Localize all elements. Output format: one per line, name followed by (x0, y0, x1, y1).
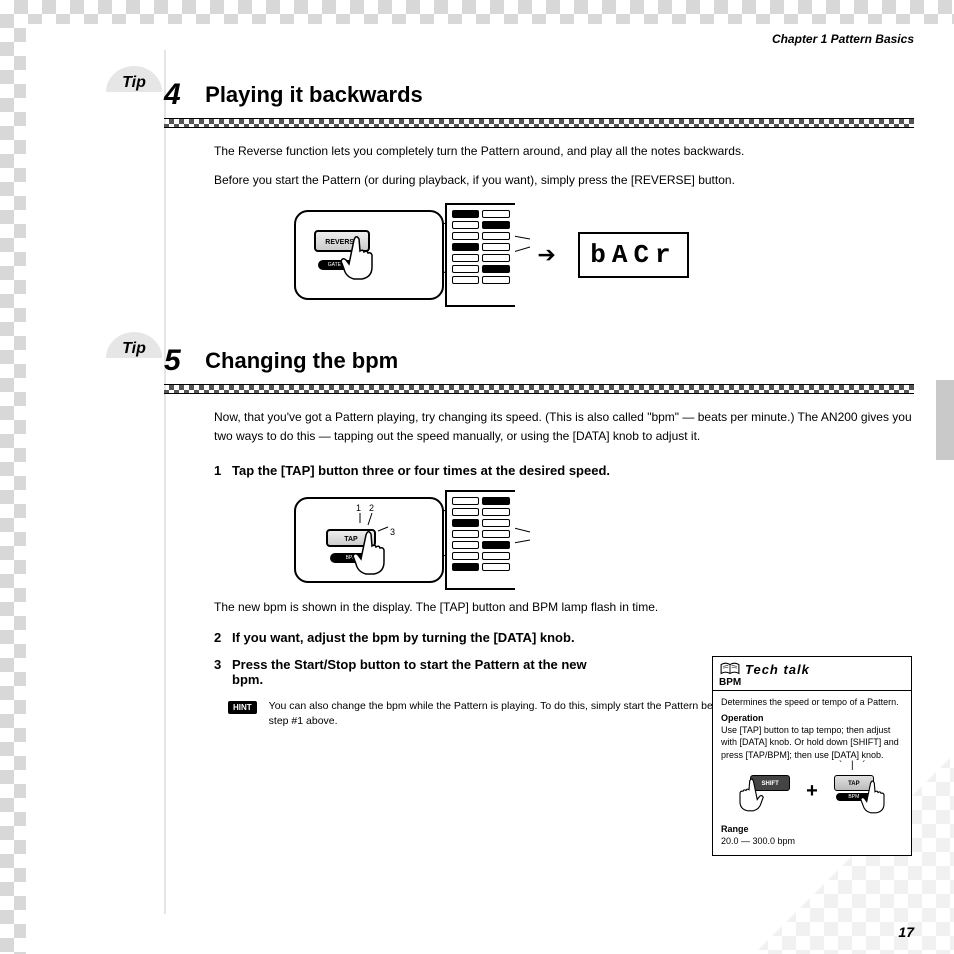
tip4-para1: The Reverse function lets you completely… (214, 142, 914, 161)
step-text: If you want, adjust the bpm by turning t… (232, 630, 575, 645)
tap-2: 2 (369, 503, 374, 513)
tip5-figure: 1 2 3 TAP BPM (294, 490, 914, 590)
page-number: 17 (898, 924, 914, 940)
hint-badge: HINT (228, 701, 257, 714)
hand-press-icon (734, 777, 764, 813)
tip-4-section: Tip 4 Playing it backwards The Reverse f… (164, 78, 914, 307)
tip5-intro: Now, that you've got a Pattern playing, … (214, 408, 914, 445)
tech-talk-figure: SHIFT + ` | ´ TAP BPM (721, 769, 903, 815)
operation-text: Use [TAP] button to tap tempo; then adju… (721, 724, 903, 760)
tip-rule (164, 384, 914, 394)
hand-press-icon (860, 779, 890, 815)
tip4-para2: Before you start the Pattern (or during … (214, 171, 914, 190)
step-text: Tap the [TAP] button three or four times… (232, 463, 610, 478)
arrow-right-icon: ➔ (537, 242, 555, 268)
page-deco-checker-top (0, 0, 954, 24)
tap-count-labels: 1 2 (356, 503, 374, 513)
device-panel-icon (445, 203, 515, 307)
operation-label: Operation (721, 712, 903, 724)
tip-rule (164, 118, 914, 128)
tip4-figure: REVERSE GATE TIME ➔ bACr (294, 203, 914, 307)
lcd-display: bACr (578, 232, 688, 278)
tip-number: 4 (164, 78, 181, 112)
chapter-header: Chapter 1 Pattern Basics (772, 32, 914, 46)
range-label: Range (721, 823, 903, 835)
page-deco-checker-left (0, 0, 26, 954)
plus-icon: + (806, 778, 818, 805)
tech-talk-title: Tech talk (745, 662, 810, 677)
device-panel-icon (445, 490, 515, 590)
tech-talk-box: Tech talk BPM Determines the speed or te… (712, 656, 912, 856)
tip-tab: Tip (106, 66, 162, 92)
tip5-step2: 2 If you want, adjust the bpm by turning… (214, 630, 914, 645)
step-text: Press the Start/Stop button to start the… (232, 657, 614, 687)
hand-press-icon (340, 234, 380, 282)
tip5-after-step1: The new bpm is shown in the display. The… (214, 600, 734, 614)
step-number: 2 (214, 630, 232, 645)
tech-talk-desc: Determines the speed or tempo of a Patte… (721, 696, 903, 708)
tap-panel: 1 2 3 TAP BPM (294, 497, 444, 583)
flash-rays-icon: ` | ´ (839, 759, 869, 773)
step-number: 1 (214, 463, 232, 478)
tip-number: 5 (164, 344, 181, 378)
tip4-body: The Reverse function lets you completely… (214, 142, 914, 189)
hand-press-icon (352, 529, 392, 577)
tech-talk-subtitle: BPM (713, 677, 911, 691)
hint-row: HINT You can also change the bpm while t… (228, 699, 748, 728)
tap-1: 1 (356, 503, 361, 513)
page-side-tab (936, 380, 954, 460)
tip5-intro-text: Now, that you've got a Pattern playing, … (214, 408, 914, 445)
tip-tab: Tip (106, 332, 162, 358)
reverse-panel: REVERSE GATE TIME (294, 210, 444, 300)
tip-title: Changing the bpm (205, 348, 398, 374)
step-number: 3 (214, 657, 232, 687)
shift-button-graphic: SHIFT (740, 769, 800, 815)
range-value: 20.0 — 300.0 bpm (721, 835, 903, 847)
hint-text: You can also change the bpm while the Pa… (269, 699, 748, 728)
tip-title: Playing it backwards (205, 82, 423, 108)
book-icon (719, 661, 741, 677)
tap-button-graphic: ` | ´ TAP BPM (824, 769, 884, 815)
tip5-step1: 1 Tap the [TAP] button three or four tim… (214, 463, 914, 478)
